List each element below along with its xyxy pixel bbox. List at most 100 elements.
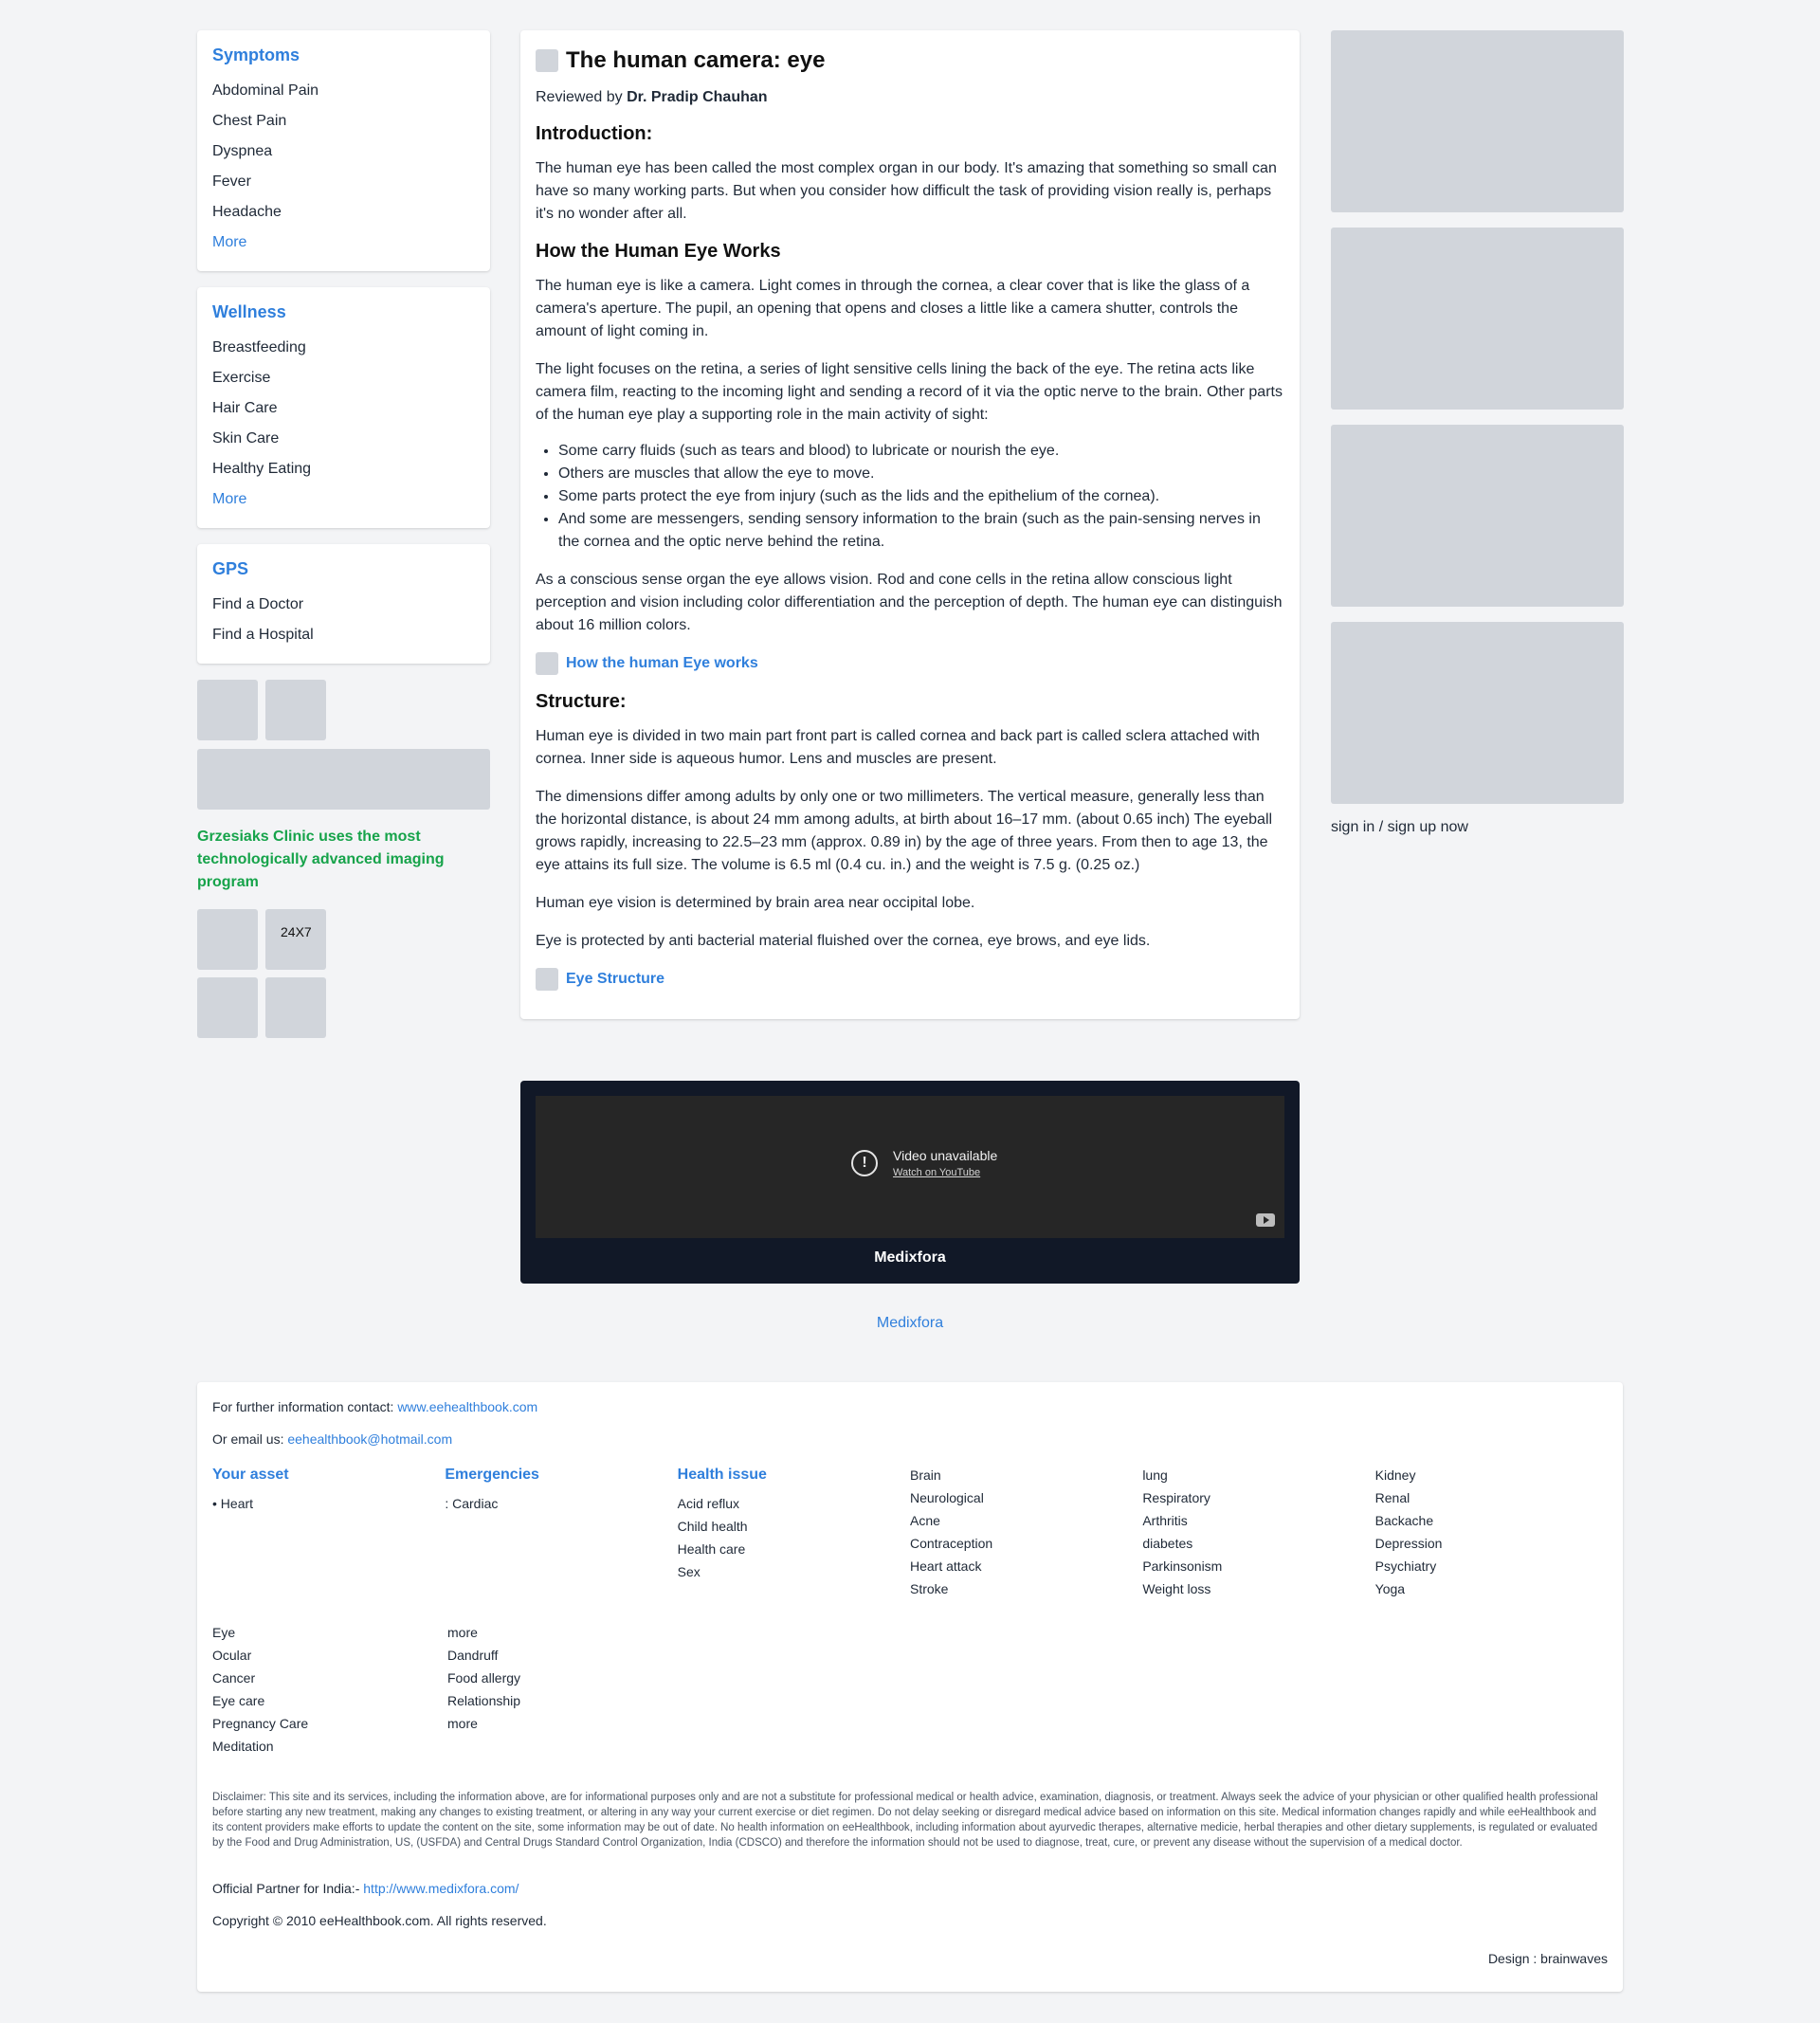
ad-placeholder[interactable] bbox=[1331, 622, 1624, 804]
wellness-more-link[interactable]: More bbox=[212, 484, 475, 515]
youtube-icon[interactable] bbox=[1256, 1213, 1275, 1227]
footer-link[interactable]: Yoga bbox=[1375, 1577, 1608, 1600]
ad-placeholder[interactable] bbox=[1331, 228, 1624, 410]
footer-link[interactable]: Child health bbox=[678, 1515, 910, 1538]
footer-link[interactable]: Neurological bbox=[910, 1486, 1142, 1509]
design-credit: Design : brainwaves bbox=[1487, 1951, 1608, 1966]
sidebar-item-wellness[interactable]: Healthy Eating bbox=[212, 454, 475, 484]
eye-parts-list: Some carry fluids (such as tears and blo… bbox=[558, 440, 1284, 554]
footer-link[interactable]: Renal bbox=[1375, 1486, 1608, 1509]
footer-link[interactable]: Health care bbox=[678, 1538, 910, 1560]
footer-link[interactable]: Food allergy bbox=[447, 1667, 682, 1689]
ad-placeholder[interactable] bbox=[1331, 425, 1624, 607]
sidebar-item-symptom[interactable]: Dyspnea bbox=[212, 137, 475, 167]
footer-link[interactable]: Acne bbox=[910, 1509, 1142, 1532]
watch-on-youtube-link[interactable]: Watch on YouTube bbox=[893, 1167, 997, 1178]
footer-link[interactable]: Contraception bbox=[910, 1532, 1142, 1555]
sidebar-item-symptom[interactable]: Fever bbox=[212, 167, 475, 197]
contact-email-link[interactable]: eehealthbook@hotmail.com bbox=[287, 1431, 452, 1447]
footer-link[interactable]: Depression bbox=[1375, 1532, 1608, 1555]
footer-link[interactable]: Relationship bbox=[447, 1689, 682, 1712]
sidebar-item-wellness[interactable]: Hair Care bbox=[212, 393, 475, 424]
sidebar-item-symptom[interactable]: Headache bbox=[212, 197, 475, 228]
footer-link[interactable]: Pregnancy Care bbox=[212, 1712, 447, 1735]
footer-link[interactable]: Dandruff bbox=[447, 1644, 682, 1667]
sidebar-item-symptom[interactable]: Chest Pain bbox=[212, 106, 475, 137]
sidebar-item-find-hospital[interactable]: Find a Hospital bbox=[212, 620, 475, 650]
footer-link[interactable]: Arthritis bbox=[1142, 1509, 1374, 1532]
article-icon bbox=[536, 49, 558, 72]
footer-link[interactable]: Acid reflux bbox=[678, 1492, 910, 1515]
footer-link[interactable]: • Heart bbox=[212, 1492, 445, 1515]
gps-heading[interactable]: GPS bbox=[212, 559, 475, 579]
footer-col-organs-1: Brain Neurological Acne Contraception He… bbox=[910, 1464, 1142, 1600]
eye-structure-link[interactable]: Eye Structure bbox=[566, 971, 664, 988]
thumbnail-image[interactable] bbox=[265, 977, 326, 1038]
contact-label: For further information contact: bbox=[212, 1399, 394, 1414]
footer-link[interactable]: more bbox=[447, 1621, 682, 1644]
footer-link[interactable]: Eye care bbox=[212, 1689, 447, 1712]
partner-label: Official Partner for India:- bbox=[212, 1881, 360, 1896]
footer-link[interactable]: more bbox=[447, 1712, 682, 1735]
footer-link[interactable]: Brain bbox=[910, 1464, 1142, 1486]
footer-link[interactable]: Respiratory bbox=[1142, 1486, 1374, 1509]
thumbnail-image[interactable] bbox=[197, 680, 258, 740]
thumbnail-image[interactable] bbox=[197, 977, 258, 1038]
how-eye-works-link[interactable]: How the human Eye works bbox=[566, 655, 758, 672]
footer-link[interactable]: Weight loss bbox=[1142, 1577, 1374, 1600]
thumbnail-image[interactable] bbox=[265, 680, 326, 740]
signin-signup-link[interactable]: sign in / sign up now bbox=[1331, 819, 1624, 836]
partner-link[interactable]: http://www.medixfora.com/ bbox=[363, 1881, 519, 1896]
footer-col-organs-3: Kidney Renal Backache Depression Psychia… bbox=[1375, 1464, 1608, 1600]
symptoms-more-link[interactable]: More bbox=[212, 228, 475, 258]
footer-link[interactable]: Meditation bbox=[212, 1735, 447, 1758]
footer-link[interactable]: lung bbox=[1142, 1464, 1374, 1486]
sidebar-item-wellness[interactable]: Skin Care bbox=[212, 424, 475, 454]
wellness-list: Breastfeeding Exercise Hair Care Skin Ca… bbox=[212, 333, 475, 515]
sidebar-item-wellness[interactable]: Breastfeeding bbox=[212, 333, 475, 363]
article-title-row: The human camera: eye bbox=[536, 47, 1284, 74]
footer-email: Or email us: eehealthbook@hotmail.com bbox=[212, 1431, 1608, 1447]
article-card: The human camera: eye Reviewed by Dr. Pr… bbox=[520, 30, 1300, 1019]
clinic-promo-text[interactable]: Grzesiaks Clinic uses the most technolog… bbox=[197, 826, 490, 894]
footer-col-health-issue: Health issue Acid reflux Child health He… bbox=[678, 1464, 910, 1600]
works-paragraph-2: The light focuses on the retina, a serie… bbox=[536, 361, 1283, 423]
thumbnail-image[interactable] bbox=[197, 909, 258, 970]
footer-link[interactable]: : Cardiac bbox=[445, 1492, 677, 1515]
footer-link[interactable]: Cancer bbox=[212, 1667, 447, 1689]
footer-link[interactable]: Kidney bbox=[1375, 1464, 1608, 1486]
right-sidebar: sign in / sign up now bbox=[1331, 30, 1624, 836]
video-unavailable-text: Video unavailable bbox=[893, 1148, 998, 1163]
link-image-icon bbox=[536, 652, 558, 675]
footer-link[interactable]: Psychiatry bbox=[1375, 1555, 1608, 1577]
footer-link[interactable]: Stroke bbox=[910, 1577, 1142, 1600]
gps-list: Find a Doctor Find a Hospital bbox=[212, 590, 475, 650]
video-player[interactable]: ! Video unavailable Watch on YouTube bbox=[536, 1096, 1284, 1238]
medixfora-link[interactable]: Medixfora bbox=[520, 1315, 1300, 1332]
footer-col-heading: Emergencies bbox=[445, 1467, 539, 1483]
footer-link[interactable]: Sex bbox=[678, 1560, 910, 1583]
footer-link[interactable]: Backache bbox=[1375, 1509, 1608, 1532]
wellness-heading[interactable]: Wellness bbox=[212, 302, 475, 322]
link-image-icon bbox=[536, 968, 558, 991]
symptoms-heading[interactable]: Symptoms bbox=[212, 46, 475, 65]
sidebar-item-symptom[interactable]: Abdominal Pain bbox=[212, 76, 475, 106]
official-partner: Official Partner for India:- http://www.… bbox=[212, 1881, 1608, 1896]
footer-link[interactable]: Parkinsonism bbox=[1142, 1555, 1374, 1577]
contact-website-link[interactable]: www.eehealthbook.com bbox=[397, 1399, 537, 1414]
sidebar-banner-image[interactable] bbox=[197, 749, 490, 810]
thumbnail-24x7[interactable]: 24X7 bbox=[265, 909, 326, 970]
footer-link[interactable]: diabetes bbox=[1142, 1532, 1374, 1555]
ad-placeholder[interactable] bbox=[1331, 30, 1624, 212]
structure-paragraph-2: The dimensions differ among adults by on… bbox=[536, 789, 1273, 873]
gps-card: GPS Find a Doctor Find a Hospital bbox=[197, 544, 490, 664]
sidebar-item-find-doctor[interactable]: Find a Doctor bbox=[212, 590, 475, 620]
list-item: Some parts protect the eye from injury (… bbox=[558, 485, 1284, 508]
footer-link[interactable]: Heart attack bbox=[910, 1555, 1142, 1577]
reviewed-by-label: Reviewed by bbox=[536, 89, 623, 105]
structure-paragraph-3: Human eye vision is determined by brain … bbox=[536, 895, 975, 911]
footer-link[interactable]: Ocular bbox=[212, 1644, 447, 1667]
footer-link[interactable]: Eye bbox=[212, 1621, 447, 1644]
sidebar-item-wellness[interactable]: Exercise bbox=[212, 363, 475, 393]
how-eye-works-link-row: How the human Eye works bbox=[536, 652, 1284, 675]
